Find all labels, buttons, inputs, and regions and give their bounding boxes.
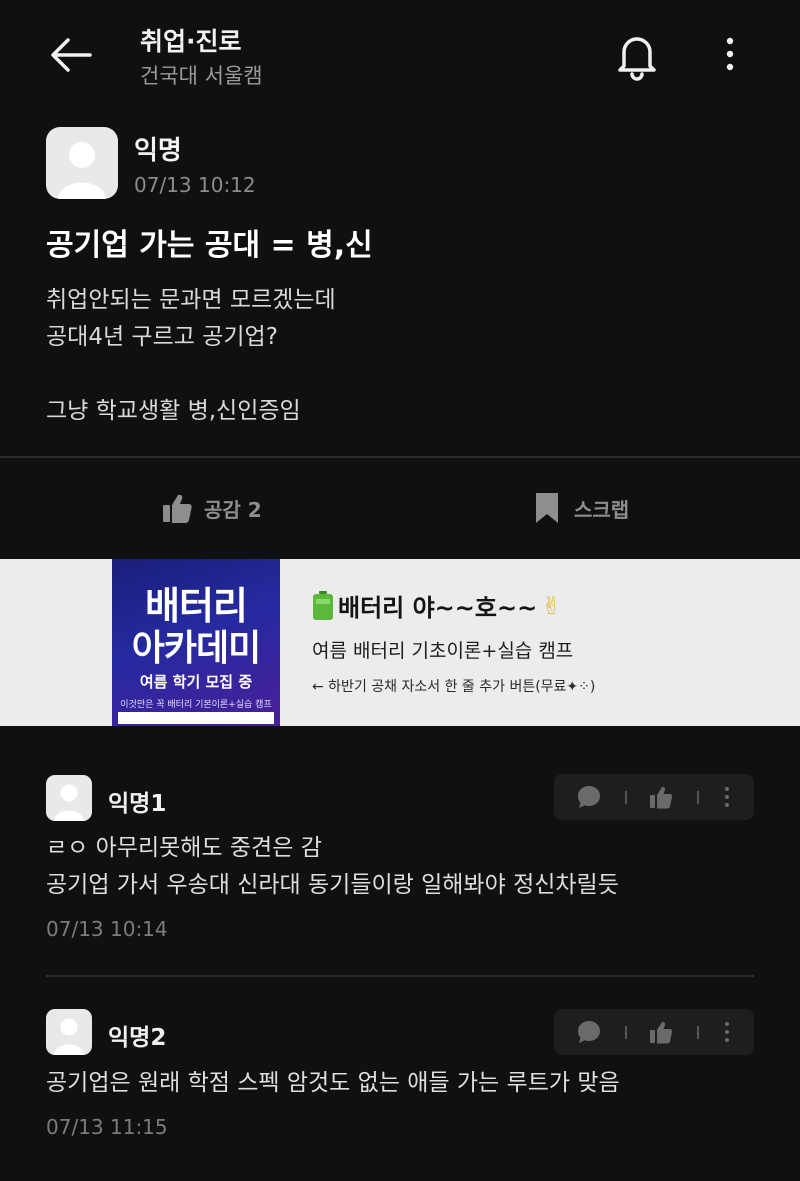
more-vertical-icon[interactable]: [714, 1019, 740, 1045]
post-body-blank-line: [46, 356, 336, 393]
avatar: [46, 775, 92, 821]
more-vertical-icon[interactable]: [714, 784, 740, 810]
board-subtitle: 건국대 서울캠: [140, 64, 263, 88]
divider: [46, 975, 754, 977]
post-body: 취업안되는 문과면 모르겠는데 공대4년 구르고 공기업? 그냥 학교생활 병,…: [46, 282, 336, 430]
avatar: [46, 1009, 92, 1055]
victory-hand-icon: ✌: [541, 591, 562, 620]
comment-tools: [554, 1009, 754, 1055]
ad-note[interactable]: ← 하반기 공채 자소서 한 줄 추가 버튼(무료✦⁘): [312, 676, 595, 696]
comment-line: 공기업은 원래 학점 스펙 암것도 없는 애들 가는 루트가 맞음: [46, 1070, 620, 1096]
comment-line: ㄹㅇ 아무리못해도 중견은 감: [46, 835, 322, 861]
tool-separator: [625, 1026, 627, 1039]
comment-time: 07/13 10:14: [46, 917, 168, 941]
top-bar: 취업·진로 건국대 서울캠: [0, 0, 800, 110]
comment-author: 익명2: [108, 1025, 167, 1051]
post-author: 익명: [134, 136, 182, 166]
thumbs-up-icon[interactable]: [648, 1019, 674, 1045]
like-button[interactable]: 공감 2: [160, 488, 262, 528]
comment-time: 07/13 11:15: [46, 1115, 168, 1139]
bookmark-icon: [536, 493, 558, 523]
reply-bubble-icon[interactable]: [576, 784, 602, 810]
comment-author: 익명1: [108, 791, 167, 817]
scrap-button[interactable]: 스크랩: [530, 488, 629, 528]
more-vertical-icon[interactable]: [712, 34, 748, 74]
comment-text: 공기업은 원래 학점 스펙 암것도 없는 애들 가는 루트가 맞음: [46, 1065, 620, 1102]
avatar: [46, 127, 118, 199]
scrap-label: 스크랩: [574, 497, 630, 522]
ad-image-title-2: 아카데미: [131, 628, 261, 669]
tool-separator: [697, 1026, 699, 1039]
bell-icon[interactable]: [610, 28, 664, 82]
reply-bubble-icon[interactable]: [576, 1019, 602, 1045]
default-avatar-icon: [58, 142, 106, 199]
back-arrow-icon[interactable]: [46, 30, 96, 80]
ad-sponsor-logos: [118, 712, 274, 724]
ad-headline[interactable]: 배터리 야~~호~~ ✌: [312, 588, 561, 623]
comment-line: 공기업 가서 우송대 신라대 동기들이랑 일해봐야 정신차릴듯: [46, 872, 619, 898]
board-title: 취업·진로: [140, 27, 242, 56]
default-avatar-icon: [54, 1018, 84, 1055]
ad-image-subcaption: 이것만은 꼭 배터리 기본이론+실습 캠프: [120, 700, 272, 710]
ad-image[interactable]: 배터리 아카데미 여름 학기 모집 중 이것만은 꼭 배터리 기본이론+실습 캠…: [112, 559, 280, 726]
ad-image-caption: 여름 학기 모집 중: [139, 673, 253, 691]
post-body-line: 그냥 학교생활 병,신인증임: [46, 398, 301, 424]
ad-headline-text: 배터리 야~~호~~: [338, 594, 538, 622]
battery-icon: [313, 590, 333, 620]
thumbs-up-icon[interactable]: [648, 784, 674, 810]
ad-subline[interactable]: 여름 배터리 기초이론+실습 캠프: [312, 636, 573, 663]
comment-tools: [554, 774, 754, 820]
like-label: 공감 2: [204, 497, 262, 522]
default-avatar-icon: [54, 784, 84, 821]
tool-separator: [625, 791, 627, 804]
post-time: 07/13 10:12: [134, 173, 256, 197]
post-title: 공기업 가는 공대 = 병,신: [46, 228, 373, 263]
post-actions: 공감 2 스크랩: [0, 458, 800, 558]
thumbs-up-icon: [163, 494, 192, 523]
post-body-line: 공대4년 구르고 공기업?: [46, 324, 278, 350]
comment-text: ㄹㅇ 아무리못해도 중견은 감 공기업 가서 우송대 신라대 동기들이랑 일해봐…: [46, 830, 619, 904]
tool-separator: [697, 791, 699, 804]
post-body-line: 취업안되는 문과면 모르겠는데: [46, 287, 336, 313]
